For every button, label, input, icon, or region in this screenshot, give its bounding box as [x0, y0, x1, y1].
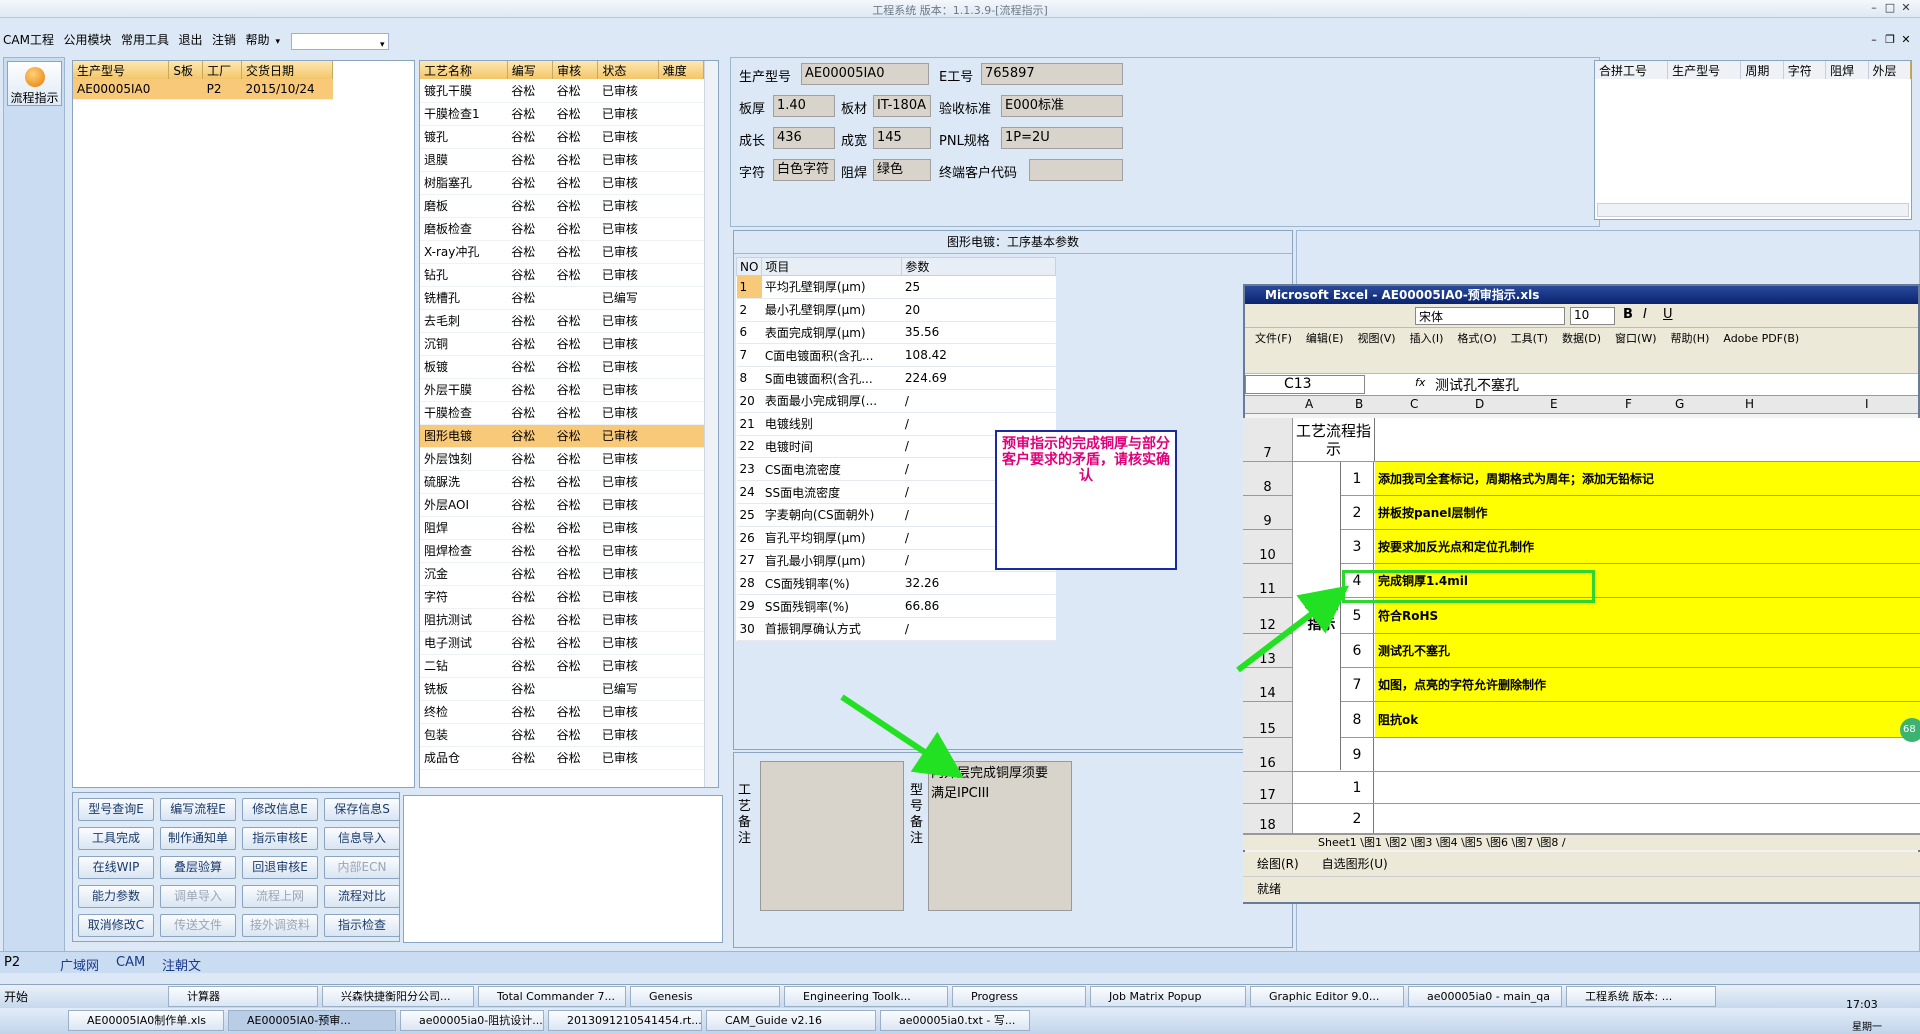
- taskbar-button[interactable]: AE00005IA0-预审...: [228, 1010, 396, 1031]
- taskbar-button[interactable]: Graphic Editor 9.0...: [1250, 986, 1404, 1007]
- status-tab-cam[interactable]: CAM: [116, 955, 145, 970]
- taskbar-button[interactable]: 2013091210541454.rt...: [548, 1010, 702, 1031]
- arrow-overlay: [840, 585, 1350, 779]
- status-tab-wan[interactable]: 广域网: [60, 955, 99, 974]
- status-combo[interactable]: P2: [4, 955, 48, 971]
- taskbar-button[interactable]: CAM_Guide v2.16: [706, 1010, 876, 1031]
- taskbar-button[interactable]: Job Matrix Popup: [1090, 986, 1246, 1007]
- clock: 17:03: [1846, 998, 1878, 1011]
- taskbar-button[interactable]: Engineering Toolk...: [784, 986, 948, 1007]
- arrow-2: [1236, 585, 1350, 673]
- taskbar-button[interactable]: 计算器: [168, 986, 318, 1007]
- status-bar: P2 广域网 CAM 注朝文: [0, 951, 1920, 974]
- taskbar-button[interactable]: ae00005ia0 - main_qa: [1408, 986, 1562, 1007]
- arrow-1: [840, 694, 964, 779]
- taskbar-button[interactable]: AE00005IA0制作单.xls: [68, 1010, 224, 1031]
- day: 星期一: [1852, 1022, 1882, 1033]
- taskbar-button[interactable]: ae00005ia0.txt - 写...: [880, 1010, 1030, 1031]
- taskbar-button[interactable]: Progress: [952, 986, 1086, 1007]
- start-button[interactable]: 开始: [4, 988, 28, 1005]
- taskbar-button[interactable]: 兴森快捷衡阳分公司...: [322, 986, 474, 1007]
- taskbar-button[interactable]: Genesis: [630, 986, 780, 1007]
- status-tab-user[interactable]: 注朝文: [162, 955, 201, 974]
- taskbar-button[interactable]: Total Commander 7...: [478, 986, 626, 1007]
- taskbar-button[interactable]: 工程系统 版本: ...: [1566, 986, 1716, 1007]
- taskbar-button[interactable]: ae00005ia0-阻抗设计...: [400, 1010, 544, 1031]
